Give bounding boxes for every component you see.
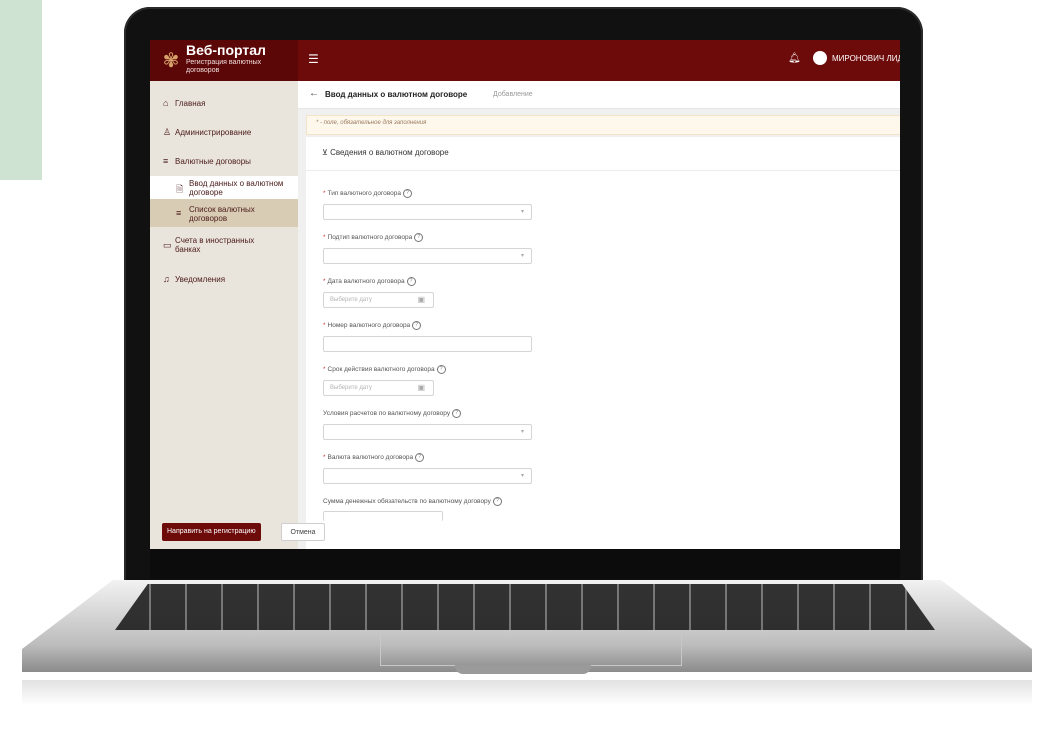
page-title: Ввод данных о валютном договоре — [325, 90, 468, 99]
field-label-currency: * Валюта валютного договора? — [323, 453, 425, 462]
avatar[interactable] — [813, 51, 827, 65]
divider — [306, 170, 900, 171]
help-icon: ? — [403, 189, 412, 198]
chevron-down-icon: ▾ — [520, 429, 524, 435]
help-icon: ? — [406, 277, 416, 286]
contract-subtype-select[interactable]: ▾ — [323, 248, 532, 264]
bell-icon: ♫ — [163, 274, 170, 284]
laptop-touchpad — [380, 630, 682, 666]
top-bar: ✾ Веб-портал Регистрация валютных догово… — [150, 40, 900, 81]
app-subtitle: Регистрация валютных договоров — [186, 59, 262, 74]
field-label-payment-terms: Условия расчетов по валютному договору? — [323, 409, 462, 418]
chevron-down-icon: ▾ — [520, 473, 524, 479]
chevron-down-icon: ▾ — [520, 209, 524, 215]
required-notice: * - поле, обязательное для заполнения — [306, 115, 900, 135]
payment-terms-select[interactable]: ▾ — [323, 424, 532, 440]
screen-bezel — [150, 549, 900, 579]
contract-term-picker[interactable]: Выберите дату ▣ — [323, 380, 434, 396]
sidebar: ⌂ Главная ♙ Администрирование ≡ Валютные… — [150, 81, 298, 549]
decorative-green-panel — [0, 0, 42, 180]
contract-number-input[interactable] — [323, 336, 532, 352]
currency-select[interactable]: ▾ — [323, 468, 532, 484]
contract-type-select[interactable]: ▾ — [323, 204, 532, 220]
calendar-icon: ▣ — [417, 383, 425, 392]
list-icon: ≡ — [176, 208, 182, 218]
contract-form: ⊻ Сведения о валютном договоре * Тип валю… — [306, 137, 900, 549]
sidebar-item-home[interactable]: ⌂ Главная — [150, 93, 298, 113]
field-label-amount: Сумма денежных обязательств по валютному… — [323, 497, 502, 506]
field-label-contract-number: * Номер валютного договора? — [323, 321, 422, 330]
collapse-icon[interactable]: ⊻ — [322, 148, 330, 157]
user-name[interactable]: МИРОНОВИЧ ЛИДИЯ — [832, 54, 900, 63]
field-label-contract-subtype: * Подтип валютного договора? — [323, 233, 424, 242]
list-icon: ≡ — [163, 156, 169, 166]
field-label-contract-term: * Срок действия валютного договора? — [323, 365, 446, 374]
contract-date-picker[interactable]: Выберите дату ▣ — [323, 292, 434, 308]
laptop-shadow — [22, 680, 1032, 705]
section-title: ⊻ Сведения о валютном договоре — [322, 148, 449, 157]
sidebar-item-admin[interactable]: ♙ Администрирование — [150, 122, 298, 142]
laptop-notch — [455, 665, 591, 674]
chevron-down-icon: ▾ — [520, 253, 524, 259]
main-content: ← Ввод данных о валютном договоре Добавл… — [298, 81, 900, 549]
monogram-logo-icon: ✾ — [162, 48, 180, 72]
brand: ✾ Веб-портал Регистрация валютных догово… — [150, 40, 298, 81]
calendar-icon: ▣ — [417, 295, 425, 304]
amount-input[interactable] — [323, 511, 443, 521]
help-icon: ? — [436, 365, 446, 374]
sidebar-item-contract-list[interactable]: ≡ Список валютных договоров — [150, 199, 298, 227]
hamburger-icon[interactable]: ☰ — [308, 52, 319, 66]
cancel-button[interactable]: Отмена — [281, 523, 325, 541]
help-icon: ? — [414, 233, 424, 242]
document-icon: 🗎︎ — [176, 184, 184, 194]
sidebar-item-notifications[interactable]: ♫ Уведомления — [150, 269, 298, 289]
user-icon: ♙ — [163, 127, 172, 137]
card-icon: ▭ — [163, 240, 172, 250]
help-icon: ? — [415, 453, 425, 462]
home-icon: ⌂ — [163, 98, 169, 108]
bell-icon[interactable]: 🔔︎ — [788, 53, 801, 64]
page-subtitle: Добавление — [493, 91, 533, 98]
app-title: Веб-портал — [186, 42, 266, 58]
laptop-keyboard — [115, 584, 935, 630]
sidebar-item-foreign-accounts[interactable]: ▭ Счета в иностранных банках — [150, 231, 298, 259]
sidebar-item-enter-contract[interactable]: 🗎︎ Ввод данных о валютном договоре — [150, 176, 298, 199]
submit-registration-button[interactable]: Направить на регистрацию — [162, 523, 261, 541]
help-icon: ? — [492, 497, 502, 506]
page-header: ← Ввод данных о валютном договоре Добавл… — [298, 81, 900, 109]
field-label-contract-date: * Дата валютного договора? — [323, 277, 416, 286]
field-label-contract-type: * Тип валютного договора? — [323, 189, 412, 198]
sidebar-item-contracts[interactable]: ≡ Валютные договоры — [150, 151, 298, 171]
help-icon: ? — [452, 409, 462, 418]
app-screen: ✾ Веб-портал Регистрация валютных догово… — [150, 40, 900, 549]
help-icon: ? — [412, 321, 422, 330]
back-arrow-icon[interactable]: ← — [309, 88, 319, 99]
